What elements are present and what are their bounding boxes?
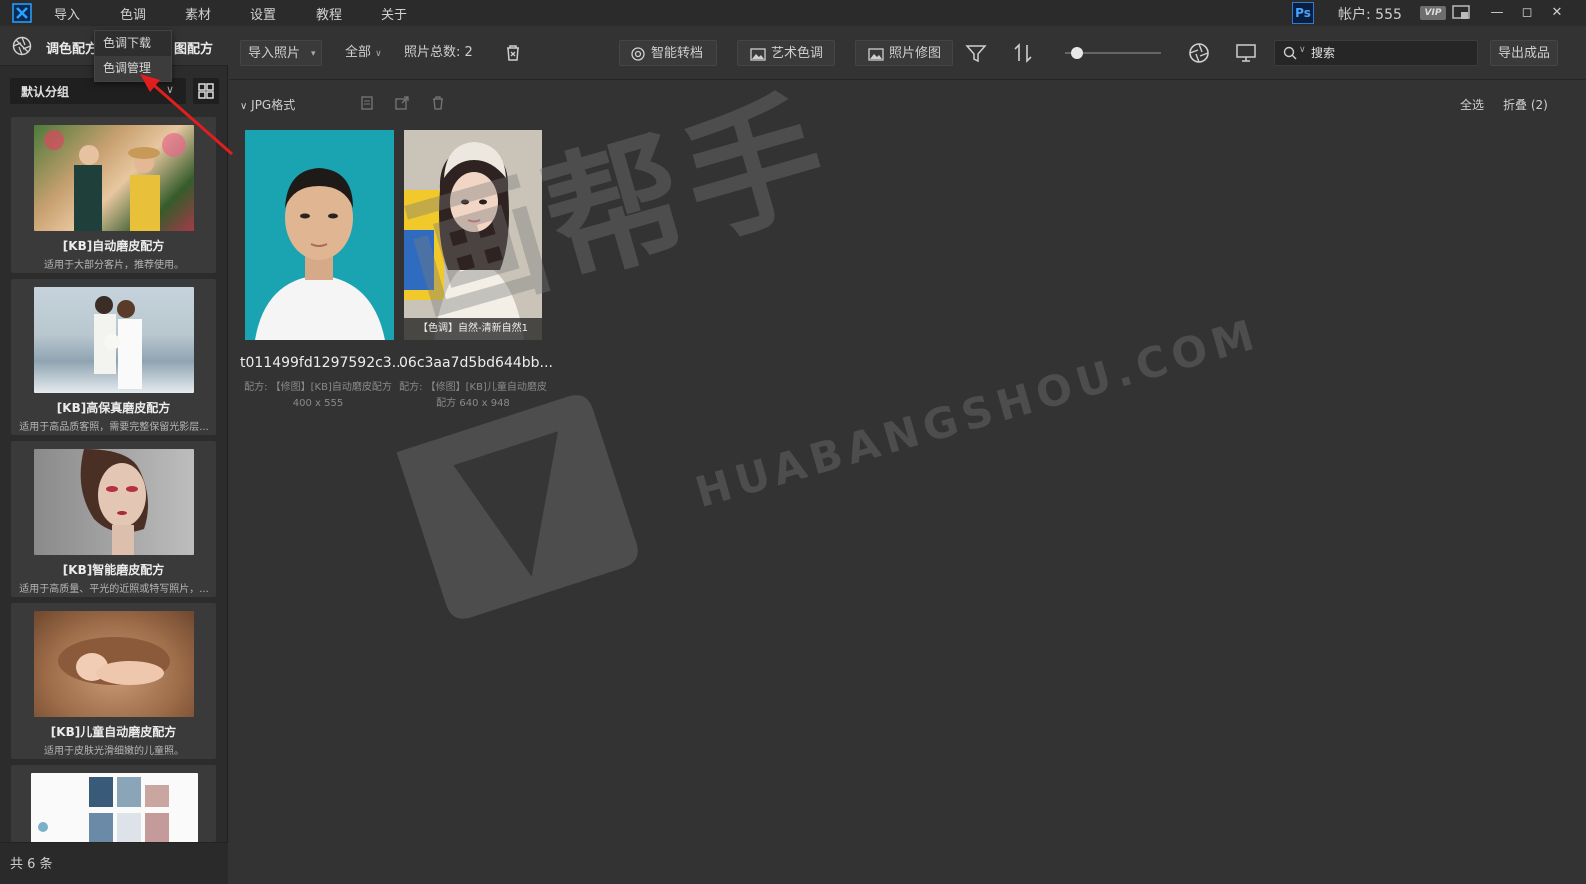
skin-icon[interactable]	[1452, 5, 1470, 21]
menu-settings[interactable]: 设置	[250, 4, 276, 23]
photo-filename: t011499fd1297592c3...	[240, 355, 406, 371]
chevron-down-icon: ∨	[1299, 45, 1306, 55]
clear-trash-icon[interactable]	[501, 41, 525, 65]
menu-import[interactable]: 导入	[54, 4, 80, 23]
recipe-thumbnail	[34, 449, 194, 555]
red-arrow-annotation	[140, 74, 233, 156]
menu-item-tone-download[interactable]: 色调下载	[95, 31, 171, 56]
vip-badge: VIP	[1420, 6, 1446, 20]
close-button[interactable]: ✕	[1546, 3, 1568, 23]
watermark-logo	[396, 395, 638, 619]
watermark-url: HUABANGSHOU.COM	[690, 308, 1265, 518]
recipe-name: [KB]智能磨皮配方	[62, 563, 165, 577]
menu-about[interactable]: 关于	[381, 4, 407, 23]
select-all-link[interactable]: 全选	[1460, 96, 1484, 113]
camera-convert-icon	[631, 47, 645, 61]
menu-tone[interactable]: 色调	[120, 4, 146, 23]
slider-handle[interactable]	[1071, 47, 1083, 59]
account-label: 帐户: 555	[1338, 7, 1402, 23]
monitor-icon[interactable]	[1234, 41, 1258, 65]
filter-all-label: 全部	[345, 45, 372, 60]
photoshop-icon[interactable]: Ps	[1292, 2, 1314, 24]
menu-bar: 导入 色调 素材 设置 教程 关于 Ps 帐户: 555 VIP — ◻ ✕	[0, 0, 1586, 26]
aperture-icon[interactable]	[1187, 41, 1211, 65]
recipe-thumbnail	[34, 611, 194, 717]
recipe-card[interactable]: [KB]儿童自动磨皮配方 适用于皮肤光滑细嫩的儿童照。	[11, 603, 216, 759]
recipe-card[interactable]: [KB]高保真磨皮配方 适用于高品质客照，需要完整保留光影层...	[11, 279, 216, 435]
smart-convert-label: 智能转档	[651, 46, 704, 61]
aperture-icon	[12, 36, 32, 56]
photo-thumbnail[interactable]	[245, 130, 394, 340]
recipe-count: 共 6 条	[10, 857, 53, 872]
tab-color-recipe[interactable]: 调色配方	[46, 38, 98, 57]
recipe-card[interactable]	[11, 765, 216, 842]
photo-retouch-button[interactable]: 照片修图	[855, 40, 953, 66]
group-select-value: 默认分组	[21, 85, 70, 99]
recipe-desc: 适用于高品质客照，需要完整保留光影层...	[19, 422, 209, 433]
filter-icon[interactable]	[964, 41, 988, 65]
photo-filename: 06c3aa7d5bd644bb...	[399, 355, 553, 371]
minimize-button[interactable]: —	[1486, 3, 1508, 23]
maximize-button[interactable]: ◻	[1516, 3, 1538, 23]
recipe-name: [KB]儿童自动磨皮配方	[50, 725, 177, 739]
filter-all-dropdown[interactable]: 全部 ∨	[345, 40, 385, 66]
collapse-link[interactable]: 折叠 (2)	[1503, 96, 1548, 113]
tab-retouch-recipe[interactable]: 图配方	[174, 38, 213, 57]
delete-icon[interactable]	[430, 95, 446, 111]
recipe-card[interactable]: [KB]智能磨皮配方 适用于高质量、平光的近照或特写照片，...	[11, 441, 216, 597]
watermark-text: 画帮手	[388, 71, 849, 346]
chevron-down-icon: ∨	[375, 49, 382, 59]
import-photos-button[interactable]: 导入照片 ▾	[240, 40, 322, 66]
section-title: JPG格式	[251, 98, 296, 112]
chevron-down-icon: ∨	[240, 101, 248, 112]
search-input[interactable]	[1311, 44, 1471, 62]
app-logo-icon	[12, 3, 32, 23]
image-icon	[868, 48, 884, 61]
recipe-desc: 适用于高质量、平光的近照或特写照片，...	[19, 584, 209, 595]
caret-down-icon: ▾	[311, 49, 316, 59]
document-icon[interactable]	[359, 95, 375, 111]
menu-material[interactable]: 素材	[185, 4, 211, 23]
recipe-desc: 适用于皮肤光滑细嫩的儿童照。	[44, 746, 184, 757]
search-icon	[1283, 46, 1297, 60]
recipe-desc: 适用于大部分客片，推荐使用。	[44, 260, 184, 271]
share-export-icon[interactable]	[394, 95, 410, 111]
recipe-thumbnail	[31, 773, 198, 842]
import-photos-label: 导入照片	[248, 46, 301, 61]
recipe-name: [KB]高保真磨皮配方	[56, 401, 171, 415]
toolbar: 导入照片 ▾ 全部 ∨ 照片总数: 2 智能转档 艺术色调 照片修图 ∨ 搜索 …	[229, 26, 1586, 80]
export-button[interactable]: 导出成品	[1490, 40, 1558, 66]
recipe-thumbnail	[34, 287, 194, 393]
photo-retouch-label: 照片修图	[889, 46, 942, 61]
photo-meta: 配方: 【修图】[KB]自动磨皮配方 400 x 555	[244, 382, 392, 409]
recipe-name: [KB]自动磨皮配方	[62, 239, 165, 253]
recipe-count-footer: 共 6 条	[0, 842, 228, 884]
search-box[interactable]: ∨	[1274, 40, 1478, 66]
section-header[interactable]: ∨ JPG格式	[240, 96, 295, 113]
photo-total-label: 照片总数: 2	[404, 45, 473, 60]
menu-tutorial[interactable]: 教程	[316, 4, 342, 23]
sort-icon[interactable]	[1011, 41, 1035, 65]
smart-convert-button[interactable]: 智能转档	[619, 40, 717, 66]
